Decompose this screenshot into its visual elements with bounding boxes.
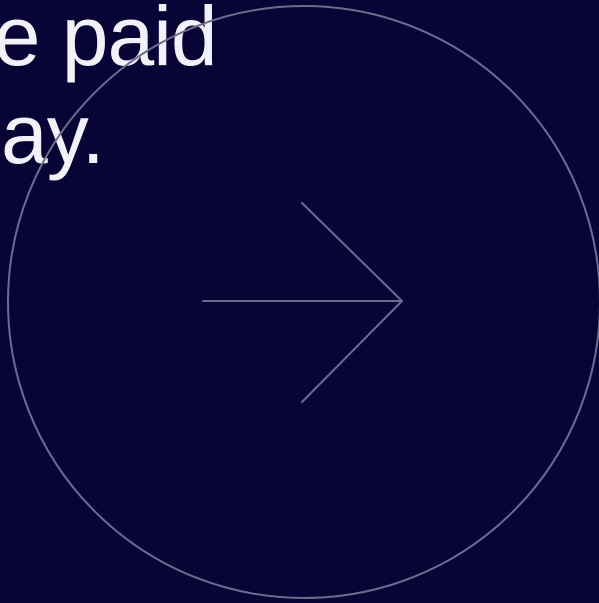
arrow-right-icon: [7, 5, 599, 599]
arrow-glyph: [202, 202, 403, 403]
next-arrow-button[interactable]: [0, 0, 599, 603]
hero-section: be paid ay.: [0, 0, 599, 603]
